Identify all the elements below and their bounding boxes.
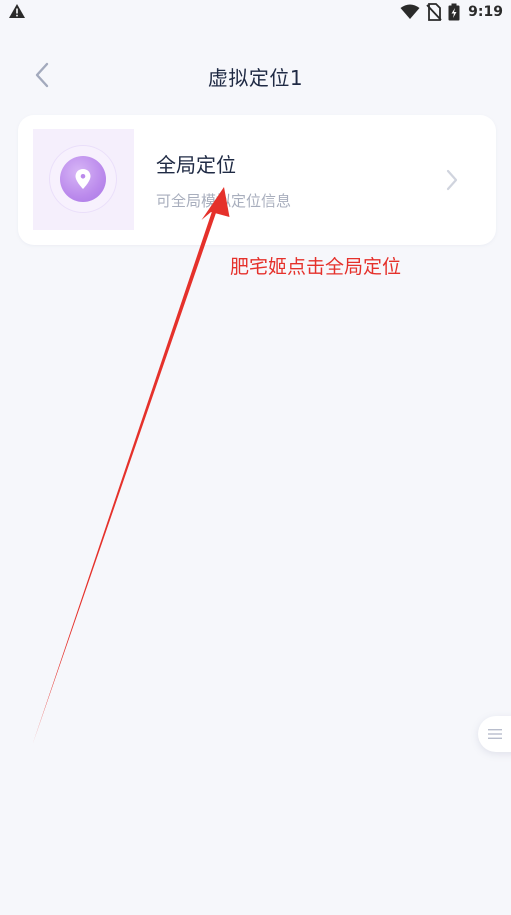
status-time: 9:19 — [468, 4, 503, 20]
battery-charging-icon — [448, 3, 460, 21]
thumbnail-ring — [49, 145, 117, 213]
warning-icon — [9, 4, 25, 18]
float-menu-button[interactable] — [478, 716, 511, 752]
status-right-group: 9:19 — [400, 2, 503, 22]
arrow-shaft — [33, 207, 218, 743]
thumbnail-circle — [60, 156, 106, 202]
chevron-right-icon — [446, 169, 458, 191]
global-location-card[interactable]: 全局定位 可全局模拟定位信息 — [18, 115, 496, 245]
card-title: 全局定位 — [156, 153, 236, 177]
status-bar: 9:19 — [0, 0, 511, 24]
menu-lines-icon — [488, 729, 502, 739]
card-thumbnail — [33, 129, 134, 230]
app-header: 虚拟定位1 — [0, 50, 511, 100]
annotation-text: 肥宅姬点击全局定位 — [230, 256, 402, 278]
page-title: 虚拟定位1 — [207, 66, 304, 90]
no-sim-icon — [426, 3, 442, 21]
card-subtitle: 可全局模拟定位信息 — [156, 192, 292, 210]
wifi-icon — [400, 4, 420, 19]
location-pin-icon — [75, 169, 91, 189]
